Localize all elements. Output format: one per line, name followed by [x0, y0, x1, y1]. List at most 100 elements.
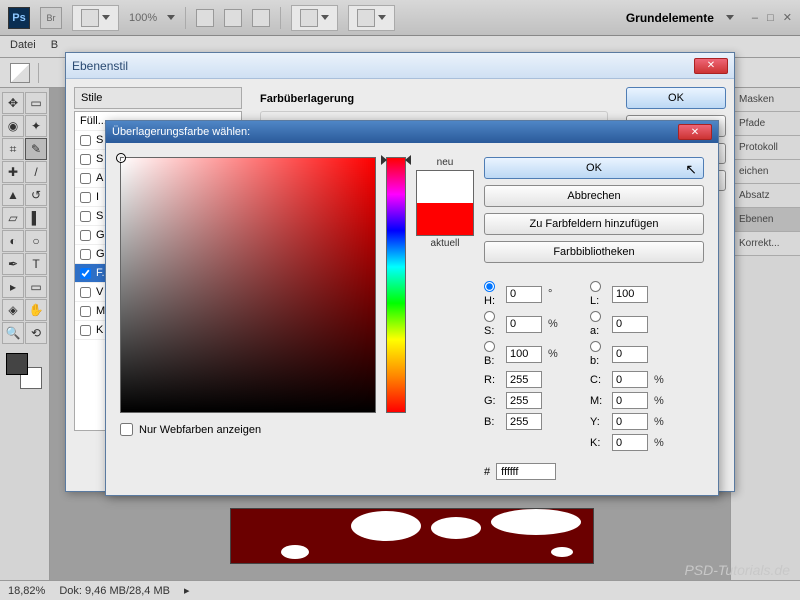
marquee-tool-icon[interactable]: ▭: [25, 92, 47, 114]
style-checkbox[interactable]: [80, 306, 91, 317]
wand-tool-icon[interactable]: ✦: [25, 115, 47, 137]
rotate-tool-icon[interactable]: ⟲: [25, 322, 47, 344]
panel-tab-adjust[interactable]: Korrekt...: [731, 232, 800, 256]
panel-tab-paths[interactable]: Pfade: [731, 112, 800, 136]
ok-button[interactable]: OK: [626, 87, 726, 109]
bl-field[interactable]: [612, 346, 648, 363]
color-libraries-button[interactable]: Farbbibliotheken: [484, 241, 704, 263]
zoom-tool-icon[interactable]: 🔍: [2, 322, 24, 344]
chevron-down-icon[interactable]: [167, 15, 175, 20]
maximize-icon[interactable]: □: [767, 12, 774, 24]
style-checkbox[interactable]: [80, 192, 91, 203]
s-label[interactable]: S:: [484, 311, 500, 337]
zoom-icon[interactable]: [224, 9, 242, 27]
k-field[interactable]: [612, 434, 648, 451]
close-icon[interactable]: ✕: [783, 12, 792, 24]
eyedropper-tool-icon[interactable]: ✎: [25, 138, 47, 160]
bl-label[interactable]: b:: [590, 341, 606, 367]
layer-style-titlebar[interactable]: Ebenenstil ✕: [66, 53, 734, 79]
zoom-label[interactable]: 100%: [129, 12, 157, 24]
a-label[interactable]: a:: [590, 311, 606, 337]
close-icon[interactable]: ✕: [678, 124, 712, 140]
cancel-button[interactable]: Abbrechen: [484, 185, 704, 207]
color-swatch[interactable]: [416, 170, 474, 236]
hand-tool-icon[interactable]: ✋: [25, 299, 47, 321]
style-checkbox[interactable]: [80, 154, 91, 165]
ok-button[interactable]: OK ↖: [484, 157, 704, 179]
heal-tool-icon[interactable]: ✚: [2, 161, 24, 183]
panel-tab-masks[interactable]: Masken: [731, 88, 800, 112]
gradient-tool-icon[interactable]: ▌: [25, 207, 47, 229]
l-label[interactable]: L:: [590, 281, 606, 307]
bc-field[interactable]: [506, 413, 542, 430]
m-field[interactable]: [612, 392, 648, 409]
style-checkbox[interactable]: [80, 249, 91, 260]
s-field[interactable]: [506, 316, 542, 333]
l-radio[interactable]: [590, 281, 601, 292]
style-checkbox[interactable]: [80, 211, 91, 222]
style-checkbox[interactable]: [80, 135, 91, 146]
view-dropdown[interactable]: [72, 5, 119, 31]
dodge-tool-icon[interactable]: ○: [25, 230, 47, 252]
minimize-icon[interactable]: –: [752, 12, 758, 24]
document-canvas[interactable]: [230, 508, 594, 564]
fg-bg-colors[interactable]: [2, 349, 47, 389]
eraser-tool-icon[interactable]: ▱: [2, 207, 24, 229]
status-arrow-icon[interactable]: ▸: [184, 584, 190, 597]
shape-tool-icon[interactable]: ▭: [25, 276, 47, 298]
h-field[interactable]: [506, 286, 542, 303]
menu-item[interactable]: B: [51, 39, 58, 51]
saturation-value-field[interactable]: [120, 157, 376, 413]
screenmode-dropdown[interactable]: [348, 5, 395, 31]
add-swatch-button[interactable]: Zu Farbfeldern hinzufügen: [484, 213, 704, 235]
b-label[interactable]: B:: [484, 341, 500, 367]
workspace-label[interactable]: Grundelemente: [626, 11, 714, 25]
y-field[interactable]: [612, 413, 648, 430]
eyedropper-tool-icon[interactable]: [10, 63, 30, 83]
g-field[interactable]: [506, 392, 542, 409]
a-field[interactable]: [612, 316, 648, 333]
pen-tool-icon[interactable]: ✒: [2, 253, 24, 275]
bl-radio[interactable]: [590, 341, 601, 352]
hex-field[interactable]: [496, 463, 556, 480]
chevron-down-icon[interactable]: [726, 15, 734, 20]
hand-icon[interactable]: [196, 9, 214, 27]
bridge-logo-icon[interactable]: Br: [40, 7, 62, 29]
c-field[interactable]: [612, 371, 648, 388]
rotate-icon[interactable]: [252, 9, 270, 27]
style-checkbox[interactable]: [80, 287, 91, 298]
style-checkbox[interactable]: [80, 325, 91, 336]
style-checkbox[interactable]: [80, 230, 91, 241]
r-field[interactable]: [506, 371, 542, 388]
s-radio[interactable]: [484, 311, 495, 322]
close-icon[interactable]: ✕: [694, 58, 728, 74]
a-radio[interactable]: [590, 311, 601, 322]
style-checkbox[interactable]: [80, 173, 91, 184]
h-label[interactable]: H:: [484, 281, 500, 307]
path-select-icon[interactable]: ▸: [2, 276, 24, 298]
b-radio[interactable]: [484, 341, 495, 352]
lasso-tool-icon[interactable]: ◉: [2, 115, 24, 137]
webonly-checkbox[interactable]: [120, 423, 133, 436]
style-checkbox[interactable]: [80, 268, 91, 279]
sv-cursor-icon[interactable]: [116, 153, 126, 163]
styles-header[interactable]: Stile: [74, 87, 242, 109]
stamp-tool-icon[interactable]: ▲: [2, 184, 24, 206]
hue-slider[interactable]: [386, 157, 406, 413]
move-tool-icon[interactable]: ✥: [2, 92, 24, 114]
history-brush-icon[interactable]: ↺: [25, 184, 47, 206]
hue-pointer-icon[interactable]: [405, 155, 411, 165]
panel-tab-layers[interactable]: Ebenen: [731, 208, 800, 232]
panel-tab-paragraph[interactable]: Absatz: [731, 184, 800, 208]
brush-tool-icon[interactable]: /: [25, 161, 47, 183]
type-tool-icon[interactable]: T: [25, 253, 47, 275]
crop-tool-icon[interactable]: ⌗: [2, 138, 24, 160]
color-picker-titlebar[interactable]: Überlagerungsfarbe wählen: ✕: [106, 121, 718, 143]
bv-field[interactable]: [506, 346, 542, 363]
l-field[interactable]: [612, 286, 648, 303]
panel-tab-char[interactable]: eichen: [731, 160, 800, 184]
status-zoom[interactable]: 18,82%: [8, 585, 45, 597]
3d-tool-icon[interactable]: ◈: [2, 299, 24, 321]
fg-color-icon[interactable]: [6, 353, 28, 375]
hue-pointer-icon[interactable]: [381, 155, 387, 165]
